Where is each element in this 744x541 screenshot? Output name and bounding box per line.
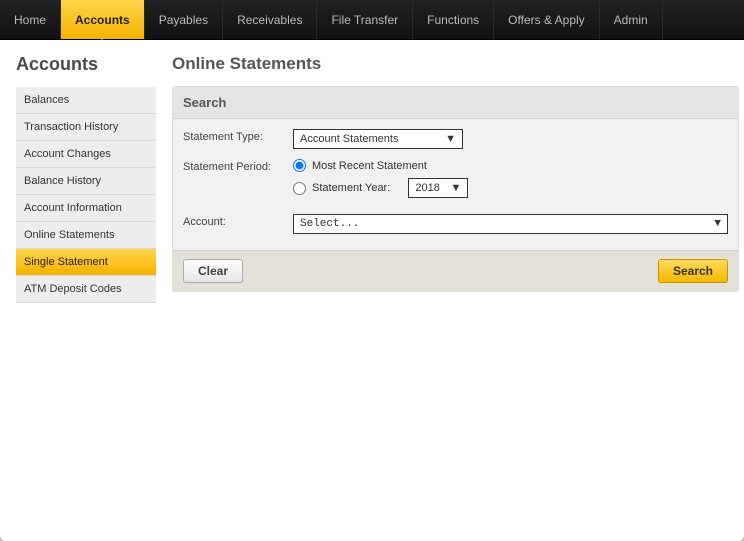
chevron-down-icon: ▼	[714, 218, 721, 230]
topnav-payables[interactable]: Payables	[145, 0, 223, 39]
chevron-down-icon: ▼	[445, 133, 456, 145]
topnav-accounts[interactable]: Accounts	[61, 0, 145, 39]
sidebar-item-transaction-history[interactable]: Transaction History	[16, 114, 156, 141]
sidebar-item-online-statements[interactable]: Online Statements	[16, 222, 156, 249]
topnav-admin[interactable]: Admin	[600, 0, 663, 39]
statement-period-label: Statement Period:	[183, 159, 293, 173]
topnav-home[interactable]: Home	[0, 0, 61, 39]
search-button[interactable]: Search	[658, 259, 728, 283]
sidebar-item-account-information[interactable]: Account Information	[16, 195, 156, 222]
sidebar-title: Accounts	[16, 54, 156, 75]
period-radio-year[interactable]	[293, 182, 306, 195]
top-nav: Home Accounts Payables Receivables File …	[0, 0, 744, 40]
sidebar-item-single-statement[interactable]: Single Statement	[16, 249, 156, 276]
sidebar-item-account-changes[interactable]: Account Changes	[16, 141, 156, 168]
statement-year-select[interactable]: 2018 ▼	[408, 178, 468, 198]
period-radio-most-recent[interactable]	[293, 159, 306, 172]
account-label: Account:	[183, 214, 293, 228]
sidebar-item-balances[interactable]: Balances	[16, 87, 156, 114]
sidebar-item-atm-deposit-codes[interactable]: ATM Deposit Codes	[16, 276, 156, 303]
sidebar: Accounts Balances Transaction History Ac…	[16, 54, 156, 527]
topnav-offers-apply[interactable]: Offers & Apply	[494, 0, 599, 39]
search-panel: Search Statement Type: Account Statement…	[172, 86, 739, 292]
search-header: Search	[173, 87, 738, 119]
sidebar-item-balance-history[interactable]: Balance History	[16, 168, 156, 195]
topnav-receivables[interactable]: Receivables	[223, 0, 317, 39]
account-select[interactable]: Select... ▼	[293, 214, 728, 234]
statement-type-label: Statement Type:	[183, 129, 293, 143]
statement-year-value: 2018	[415, 182, 439, 194]
topnav-functions[interactable]: Functions	[413, 0, 494, 39]
page-title: Online Statements	[172, 54, 739, 74]
topnav-file-transfer[interactable]: File Transfer	[317, 0, 413, 39]
period-option-year-label: Statement Year:	[312, 182, 390, 194]
statement-type-select[interactable]: Account Statements ▼	[293, 129, 463, 149]
chevron-down-icon: ▼	[451, 182, 462, 194]
clear-button[interactable]: Clear	[183, 259, 243, 283]
period-option-most-recent-label: Most Recent Statement	[312, 160, 427, 172]
statement-type-value: Account Statements	[300, 133, 398, 145]
account-select-value: Select...	[300, 218, 359, 230]
main-content: Online Statements Search Statement Type:…	[172, 54, 739, 527]
